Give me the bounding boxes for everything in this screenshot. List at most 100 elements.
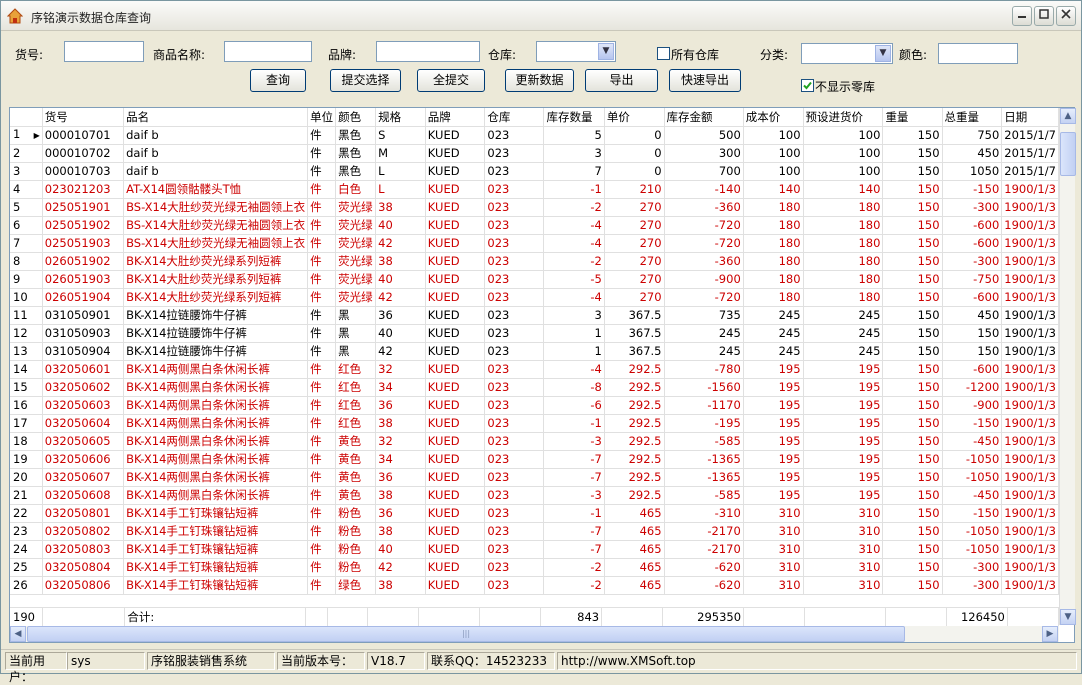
cell-weight: 150 xyxy=(882,576,943,595)
column-header[interactable]: 库存金额 xyxy=(664,108,744,127)
column-header[interactable]: 单位 xyxy=(307,108,337,127)
scroll-up-icon[interactable]: ▲ xyxy=(1060,108,1076,124)
table-row[interactable]: 9 026051903 BK-X14大肚纱荧光绿系列短裤件荧光绿 40 KUED 023-… xyxy=(10,270,1059,289)
cell-cost: 180 xyxy=(743,252,804,271)
column-header[interactable]: 品名 xyxy=(123,108,309,127)
table-row[interactable]: 4 023021203 AT-X14圆领骷髅头T恤件白色 L KUED 023 -1 210-… xyxy=(10,180,1059,199)
horizontal-scrollbar[interactable]: ◀ ||| ▶ xyxy=(10,626,1059,642)
table-row[interactable]: 25 032050804 BK-X14手工钉珠镶钻短裤件粉色 42 KUED 023 -2 4… xyxy=(10,558,1059,577)
table-row[interactable]: 14 032050601 BK-X14两侧黑白条休闲长裤件红色 32 KUED 023 -4… xyxy=(10,360,1059,379)
table-row[interactable]: 22 032050801 BK-X14手工钉珠镶钻短裤件粉色 36 KUED 023 -1 4… xyxy=(10,504,1059,523)
brand-input[interactable] xyxy=(376,41,480,62)
table-row[interactable]: 8 026051902 BK-X14大肚纱荧光绿系列短裤件荧光绿 38 KUED 023-… xyxy=(10,252,1059,271)
color-input[interactable] xyxy=(938,43,1018,64)
table-row[interactable]: 12 031050903 BK-X14拉链腰饰牛仔裤件黑 40 KUED 023 1 367.… xyxy=(10,324,1059,343)
table-row[interactable]: 21 032050608 BK-X14两侧黑白条休闲长裤件黄色 38 KUED 023 -3… xyxy=(10,486,1059,505)
table-row[interactable]: 23 032050802 BK-X14手工钉珠镶钻短裤件粉色 38 KUED 023 -7 4… xyxy=(10,522,1059,541)
submit-all-button[interactable]: 全提交 xyxy=(417,69,485,92)
vertical-scroll-thumb[interactable] xyxy=(1060,132,1076,176)
table-row[interactable]: 15 032050602 BK-X14两侧黑白条休闲长裤件红色 34 KUED 023 -8… xyxy=(10,378,1059,397)
cell-code: 025051903 xyxy=(42,234,125,253)
cell-amount: -2170 xyxy=(664,522,744,541)
refresh-data-button[interactable]: 更新数据 xyxy=(505,69,574,92)
column-header[interactable]: 货号 xyxy=(42,108,125,127)
column-header[interactable]: 颜色 xyxy=(335,108,377,127)
table-row[interactable]: 18 032050605 BK-X14两侧黑白条休闲长裤件黄色 32 KUED 023 -3… xyxy=(10,432,1059,451)
status-user: sys xyxy=(67,652,145,670)
export-button[interactable]: 导出 xyxy=(585,69,658,92)
chevron-down-icon[interactable]: ▼ xyxy=(875,45,891,62)
table-row[interactable]: 20 032050607 BK-X14两侧黑白条休闲长裤件黄色 36 KUED 023 -7… xyxy=(10,468,1059,487)
column-header[interactable]: 预设进货价 xyxy=(803,108,884,127)
hide-zero-checkbox[interactable] xyxy=(801,79,814,92)
cell-weight: 150 xyxy=(882,558,943,577)
table-row[interactable]: 6 025051902 BS-X14大肚纱荧光绿无袖圆领上衣件荧光绿 40 KUED 02… xyxy=(10,216,1059,235)
column-header[interactable]: 库存数量 xyxy=(543,108,605,127)
cell-unit: 件 xyxy=(307,522,337,541)
cell-amount: -1170 xyxy=(664,396,744,415)
table-row[interactable]: 13 031050904 BK-X14拉链腰饰牛仔裤件黑 42 KUED 023 1 367.… xyxy=(10,342,1059,361)
column-header[interactable]: 成本价 xyxy=(743,108,804,127)
all-warehouses-checkbox[interactable] xyxy=(657,47,670,60)
submit-selected-button[interactable]: 提交选择 xyxy=(330,69,401,92)
app-window: 序铭演示数据仓库查询 货号: 商品名称: 品牌: 仓库: ▼ 所有仓库 分类: … xyxy=(0,0,1082,684)
cell-cost: 310 xyxy=(743,522,804,541)
cell-cost: 310 xyxy=(743,576,804,595)
grid-body[interactable]: 货号 品名 单位 颜色 规格 品牌 仓库 库存数量 单价 库存金额 成本价 预设进货价 重量 总重量 日期 … xyxy=(10,108,1059,607)
status-system-name: 序铭服装销售系统 xyxy=(147,652,275,670)
cell-preset: 195 xyxy=(803,414,884,433)
cell-brand: KUED xyxy=(425,450,486,469)
cell-wh: 023 xyxy=(484,216,545,235)
column-header[interactable] xyxy=(10,108,43,127)
title-bar[interactable]: 序铭演示数据仓库查询 xyxy=(1,1,1081,31)
column-header[interactable]: 总重量 xyxy=(942,108,1003,127)
column-header[interactable]: 重量 xyxy=(882,108,943,127)
cell-brand: KUED xyxy=(425,486,486,505)
cell-weight: 150 xyxy=(882,414,943,433)
close-button[interactable] xyxy=(1056,6,1076,26)
vertical-scrollbar[interactable]: ▲ ▼ xyxy=(1059,108,1076,625)
query-button[interactable]: 查询 xyxy=(250,69,306,92)
scroll-right-icon[interactable]: ▶ xyxy=(1042,626,1058,642)
table-row[interactable]: 3 000010703 daif b 件黑色 L KUED 023 7 0 700 100 100 15… xyxy=(10,162,1059,181)
table-row[interactable]: 1 ▶ 000010701 daif b 件黑色 S KUED 023 5 0 500 100 100 1… xyxy=(10,126,1059,145)
table-row[interactable]: 19 032050606 BK-X14两侧黑白条休闲长裤件黄色 34 KUED 023 -7… xyxy=(10,450,1059,469)
table-row[interactable]: 17 032050604 BK-X14两侧黑白条休闲长裤件红色 38 KUED 023 -1… xyxy=(10,414,1059,433)
table-row[interactable]: 5 025051901 BS-X14大肚纱荧光绿无袖圆领上衣件荧光绿 38 KUED 02… xyxy=(10,198,1059,217)
column-header[interactable]: 单价 xyxy=(604,108,665,127)
goods-no-input[interactable] xyxy=(64,41,144,62)
maximize-button[interactable] xyxy=(1034,6,1054,26)
table-row[interactable]: 7 025051903 BS-X14大肚纱荧光绿无袖圆领上衣件荧光绿 42 KUED 02… xyxy=(10,234,1059,253)
cell-unit: 件 xyxy=(307,378,337,397)
column-header[interactable]: 规格 xyxy=(375,108,426,127)
cell-brand: KUED xyxy=(425,576,486,595)
warehouse-select[interactable]: ▼ xyxy=(536,41,616,62)
cell-cost: 100 xyxy=(743,162,804,181)
table-row[interactable]: 11 031050901 BK-X14拉链腰饰牛仔裤件黑 36 KUED 023 3 367.… xyxy=(10,306,1059,325)
column-header[interactable]: 仓库 xyxy=(484,108,545,127)
product-name-input[interactable] xyxy=(224,41,312,62)
column-header[interactable]: 日期 xyxy=(1001,108,1059,127)
cell-cost: 100 xyxy=(743,144,804,163)
cell-amount: -720 xyxy=(664,234,744,253)
minimize-button[interactable] xyxy=(1012,6,1032,26)
cell-brand: KUED xyxy=(425,378,486,397)
horizontal-scroll-thumb[interactable]: ||| xyxy=(27,626,905,642)
table-row[interactable]: 16 032050603 BK-X14两侧黑白条休闲长裤件红色 36 KUED 023 -6… xyxy=(10,396,1059,415)
table-row[interactable]: 26 032050806 BK-X14手工钉珠镶钻短裤件绿色 38 KUED 023 -2 4… xyxy=(10,576,1059,595)
column-header[interactable]: 品牌 xyxy=(425,108,486,127)
cell-qty: -4 xyxy=(543,216,605,235)
category-select[interactable]: ▼ xyxy=(801,43,893,64)
row-number: 10 xyxy=(13,290,28,304)
cell-n: 1 ▶ xyxy=(10,126,43,145)
scroll-down-icon[interactable]: ▼ xyxy=(1060,609,1076,625)
table-row[interactable]: 24 032050803 BK-X14手工钉珠镶钻短裤件粉色 40 KUED 023 -7 4… xyxy=(10,540,1059,559)
scroll-left-icon[interactable]: ◀ xyxy=(10,626,26,642)
cell-brand: KUED xyxy=(425,252,486,271)
cell-cost: 100 xyxy=(743,126,804,145)
chevron-down-icon[interactable]: ▼ xyxy=(598,43,614,60)
table-row[interactable]: 10 026051904 BK-X14大肚纱荧光绿系列短裤件荧光绿 42 KUED 023… xyxy=(10,288,1059,307)
quick-export-button[interactable]: 快速导出 xyxy=(669,69,741,92)
table-row[interactable]: 2 000010702 daif b 件黑色 M KUED 023 3 0 300 100 100 15… xyxy=(10,144,1059,163)
status-url[interactable]: http://www.XMSoft.top xyxy=(557,652,1077,670)
